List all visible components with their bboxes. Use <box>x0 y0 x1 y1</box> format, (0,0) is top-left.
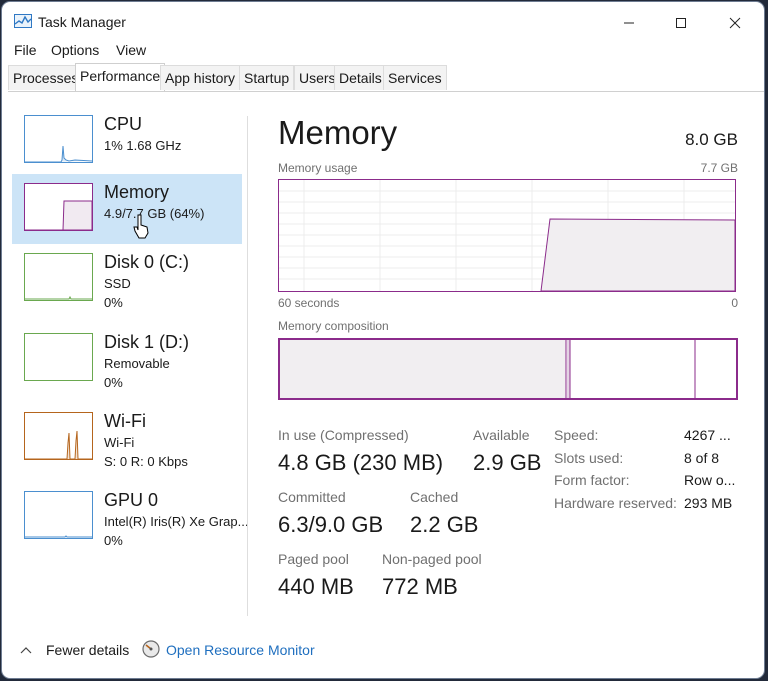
available-value: 2.9 GB <box>473 450 542 475</box>
close-icon <box>729 17 741 29</box>
close-button[interactable] <box>712 8 758 38</box>
cached-value: 2.2 GB <box>410 512 479 537</box>
footer-bar: Fewer details Open Resource Monitor <box>2 632 764 668</box>
total-memory: 8.0 GB <box>685 130 738 149</box>
tab-performance[interactable]: Performance <box>75 63 166 91</box>
window-title: Task Manager <box>38 14 126 30</box>
tab-bar: Processes Performance App history Startu… <box>8 63 764 92</box>
sidebar-item-cpu[interactable]: CPU 1% 1.68 GHz <box>12 106 242 176</box>
open-resource-monitor-link[interactable]: Open Resource Monitor <box>166 642 315 658</box>
chevron-up-icon[interactable] <box>20 646 32 654</box>
page-title: Memory <box>278 114 398 151</box>
non-paged-pool-label: Non-paged pool <box>382 551 482 567</box>
sidebar-item-disk-1[interactable]: Disk 1 (D:) Removable 0% <box>12 324 242 394</box>
speed-value: 4267 ... <box>684 427 731 443</box>
title-bar: Task Manager <box>2 2 764 42</box>
available-label: Available <box>473 427 530 443</box>
sidebar-item-detail: Removable <box>104 356 170 371</box>
sidebar-item-label: Disk 1 (D:) <box>104 332 189 352</box>
sidebar-item-memory[interactable]: Memory 4.9/7.7 GB (64%) <box>12 174 242 244</box>
sidebar-item-gpu-0[interactable]: GPU 0 Intel(R) Iris(R) Xe Grap... 0% <box>12 482 248 552</box>
gpu-thumbnail-graph <box>24 491 93 539</box>
sidebar-divider <box>247 116 248 616</box>
sidebar-item-label: Disk 0 (C:) <box>104 252 189 272</box>
form-factor-value: Row o... <box>684 472 736 488</box>
wifi-thumbnail-graph <box>24 412 93 460</box>
in-use-value: 4.8 GB (230 MB) <box>278 450 444 475</box>
committed-label: Committed <box>278 489 346 505</box>
memory-composition-bar <box>278 338 738 400</box>
memory-detail-panel: Memory 8.0 GB Memory usage 7.7 GB 60 sec… <box>278 106 738 626</box>
graph-axis-left: 60 seconds <box>278 296 340 310</box>
sidebar-item-detail: 1% 1.68 GHz <box>104 138 182 153</box>
non-paged-pool-value: 772 MB <box>382 574 458 599</box>
menu-view[interactable]: View <box>116 42 146 58</box>
hardware-reserved-label: Hardware reserved: <box>554 495 677 511</box>
sidebar-item-label: Wi-Fi <box>104 411 146 431</box>
slots-used-label: Slots used: <box>554 450 624 466</box>
sidebar-item-usage: S: 0 R: 0 Kbps <box>104 454 188 469</box>
sidebar-item-usage: 0% <box>104 533 123 548</box>
paged-pool-value: 440 MB <box>278 574 354 599</box>
sidebar-item-label: GPU 0 <box>104 490 159 510</box>
form-factor-label: Form factor: <box>554 472 630 488</box>
sidebar-item-detail: Intel(R) Iris(R) Xe Grap... <box>104 514 249 529</box>
sidebar-item-disk-0[interactable]: Disk 0 (C:) SSD 0% <box>12 244 242 314</box>
memory-composition-label: Memory composition <box>278 319 389 333</box>
tab-app-history[interactable]: App history <box>160 65 241 90</box>
in-use-label: In use (Compressed) <box>278 427 409 443</box>
sidebar-item-label: Memory <box>104 182 170 202</box>
memory-thumbnail-graph <box>24 183 93 231</box>
hardware-reserved-value: 293 MB <box>684 495 733 511</box>
maximize-button[interactable] <box>658 8 704 38</box>
mouse-cursor-icon <box>133 214 149 239</box>
maximize-icon <box>676 18 686 28</box>
menu-file[interactable]: File <box>14 42 37 58</box>
tab-startup[interactable]: Startup <box>239 65 295 90</box>
menu-options[interactable]: Options <box>51 42 99 58</box>
minimize-icon <box>624 22 634 24</box>
slots-used-value: 8 of 8 <box>684 450 720 466</box>
sidebar-item-wifi[interactable]: Wi-Fi Wi-Fi S: 0 R: 0 Kbps <box>12 403 242 473</box>
minimize-button[interactable] <box>606 8 652 38</box>
committed-value: 6.3/9.0 GB <box>278 512 384 537</box>
tab-processes[interactable]: Processes <box>8 65 84 90</box>
sidebar-item-usage: 0% <box>104 295 123 310</box>
memory-usage-max: 7.7 GB <box>700 161 738 175</box>
tab-services[interactable]: Services <box>383 65 447 90</box>
memory-usage-graph <box>278 179 736 292</box>
sidebar-item-label: CPU <box>104 114 143 134</box>
sidebar-item-detail: Wi-Fi <box>104 435 135 450</box>
cached-label: Cached <box>410 489 459 505</box>
cpu-thumbnail-graph <box>24 115 93 163</box>
paged-pool-label: Paged pool <box>278 551 349 567</box>
tab-details[interactable]: Details <box>334 65 387 90</box>
sidebar-item-detail: SSD <box>104 276 131 291</box>
task-manager-icon <box>14 14 32 28</box>
graph-axis-right: 0 <box>731 296 738 310</box>
disk-0-thumbnail-graph <box>24 253 93 301</box>
memory-usage-label: Memory usage <box>278 161 358 175</box>
resource-sidebar: CPU 1% 1.68 GHz Memory 4.9/7.7 GB (64%) … <box>2 106 248 626</box>
sidebar-item-detail: 4.9/7.7 GB (64%) <box>104 206 205 221</box>
sidebar-item-usage: 0% <box>104 375 123 390</box>
disk-1-thumbnail-graph <box>24 333 93 381</box>
task-manager-window: Task Manager File Options View Processes… <box>1 1 765 679</box>
speed-label: Speed: <box>554 427 599 443</box>
fewer-details-button[interactable]: Fewer details <box>46 642 129 658</box>
resource-monitor-icon <box>142 640 160 658</box>
